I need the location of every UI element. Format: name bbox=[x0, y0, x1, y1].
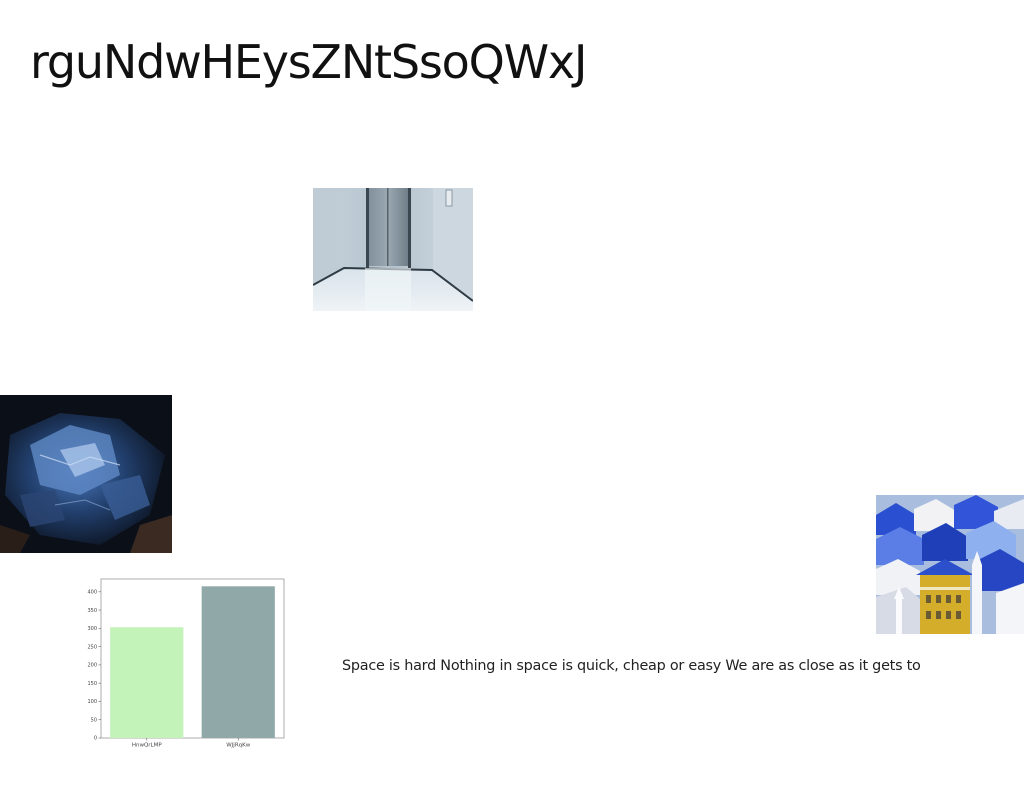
y-tick-label: 350 bbox=[87, 608, 97, 614]
y-tick-label: 200 bbox=[87, 663, 97, 669]
rock-photo bbox=[0, 395, 172, 553]
town-photo bbox=[876, 495, 1024, 634]
y-tick-label: 150 bbox=[87, 681, 97, 687]
bar-chart: 0 50 100 150 200 250 300 350 400 HnwQrLMP WJjRqKw bbox=[86, 574, 292, 752]
x-tick-label: WJjRqKw bbox=[226, 743, 251, 749]
body-text: Space is hard Nothing in space is quick,… bbox=[342, 658, 921, 674]
bar-WJjRqKw bbox=[201, 586, 275, 738]
y-tick-label: 300 bbox=[87, 626, 97, 632]
y-tick-label: 50 bbox=[91, 717, 97, 723]
x-tick-label: HnwQrLMP bbox=[132, 743, 163, 749]
bar-HnwQrLMP bbox=[110, 627, 184, 738]
elevator-photo bbox=[313, 188, 473, 311]
y-tick-label: 100 bbox=[87, 699, 97, 705]
y-tick-label: 250 bbox=[87, 644, 97, 650]
y-tick-label: 400 bbox=[87, 589, 97, 595]
y-tick-label: 0 bbox=[94, 736, 97, 742]
page-title: rguNdwHEysZNtSsoQWxJ bbox=[30, 35, 587, 89]
